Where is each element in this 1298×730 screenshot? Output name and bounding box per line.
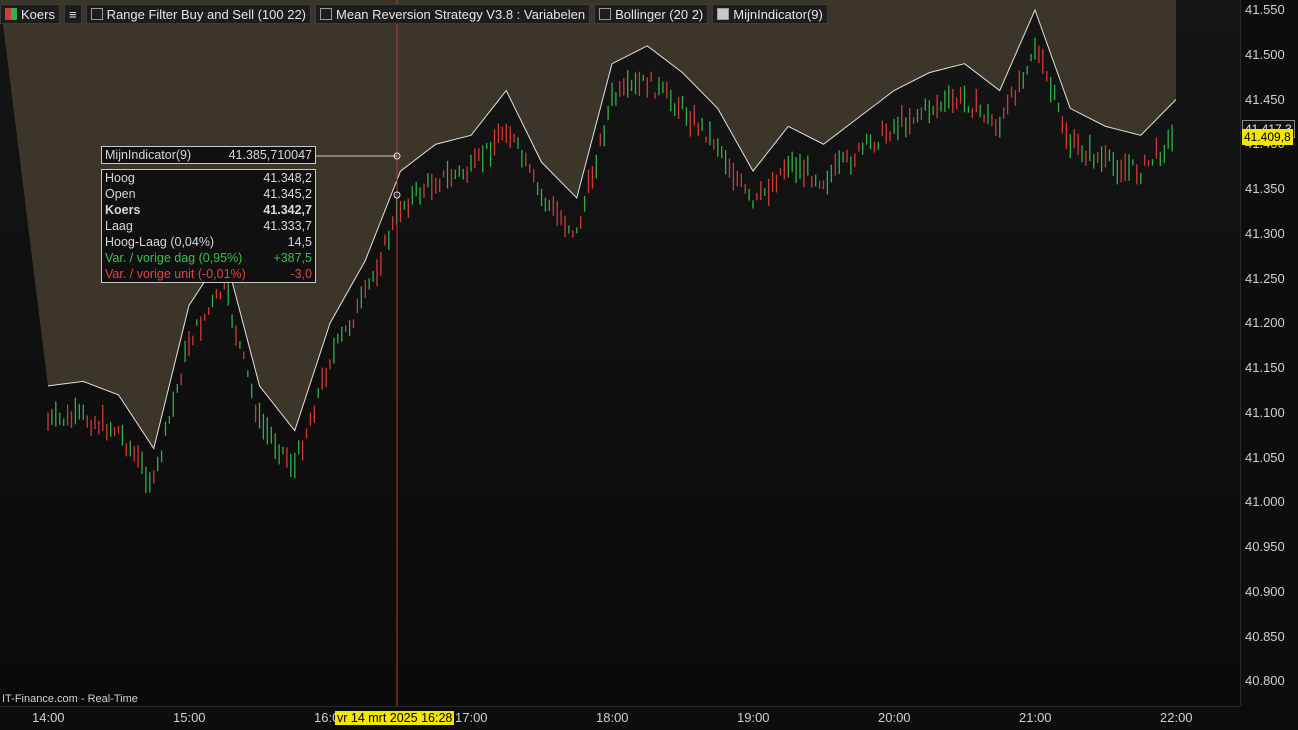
ohlc-row: Var. / vorige unit (-0,01%) -3,0 [102,266,315,282]
price-tick-label: 41.450 [1245,91,1285,107]
koers-label: Koers [21,6,55,22]
indicator-chip-mijnindicator[interactable]: MijnIndicator(9) [712,4,828,24]
indicator-chip-bollinger[interactable]: Bollinger (20 2) [594,4,709,24]
ohlc-row-value: +387,5 [273,251,312,265]
time-tick-label: 19:00 [737,710,770,725]
ohlc-row: Open 41.345,2 [102,186,315,202]
price-axis[interactable]: 41.55041.50041.45041.40041.35041.30041.2… [1240,0,1298,706]
checkbox-icon[interactable] [320,8,333,20]
time-tick-label: 14:00 [32,710,65,725]
ohlc-row-value: 41.348,2 [263,171,312,185]
ohlc-row: Var. / vorige dag (0,95%) +387,5 [102,250,315,266]
list-icon: ≡ [68,6,77,22]
indicator-value-tooltip: MijnIndicator(9) 41.385,710047 [101,146,316,164]
ohlc-row-value: 14,5 [287,235,312,249]
time-tick-label: 22:00 [1160,710,1193,725]
ohlc-tooltip: Hoog 41.348,2 Open 41.345,2 Koers 41.342,7 Laa… [101,169,316,283]
price-tick-label: 41.250 [1245,270,1285,286]
price-tick-label: 41.000 [1245,494,1285,510]
price-tick-label: 40.850 [1245,628,1285,644]
indicator-tooltip-name: MijnIndicator(9) [105,148,192,162]
ohlc-row-label: Laag [105,219,133,233]
cursor-date-label: vr 14 mrt 2025 16:28 [335,711,455,725]
price-tick-label: 41.050 [1245,449,1285,465]
price-tick-label: 40.800 [1245,673,1285,689]
ohlc-row-value: 41.333,7 [263,219,312,233]
ohlc-row-value: 41.342,7 [263,203,312,217]
price-tick-label: 41.350 [1245,181,1285,196]
ohlc-row-label: Var. / vorige unit (-0,01%) [105,267,246,281]
checkbox-checked-icon[interactable] [717,8,730,20]
indicator-label: Bollinger (20 2) [615,6,704,22]
price-chart[interactable] [0,0,1240,706]
ohlc-row-label: Hoog-Laag (0,04%) [105,235,215,249]
price-tick-label: 41.150 [1245,360,1285,375]
ohlc-row: Koers 41.342,7 [102,202,315,218]
ohlc-row: Hoog-Laag (0,04%) 14,5 [102,234,315,250]
indicator-toolbar: Koers ≡ Range Filter Buy and Sell (100 2… [0,4,828,24]
ohlc-row-label: Open [105,187,136,201]
checkbox-icon[interactable] [90,8,103,20]
ohlc-row: Laag 41.333,7 [102,218,315,234]
list-button[interactable]: ≡ [63,4,82,24]
ohlc-row-value: 41.345,2 [263,187,312,201]
checkbox-icon[interactable] [599,8,612,20]
data-source-label: IT-Finance.com - Real-Time [2,693,138,705]
candle-color-icon [5,8,17,20]
indicator-chip-mean-reversion[interactable]: Mean Reversion Strategy V3.8 : Variabele… [315,4,591,24]
koers-chip[interactable]: Koers [0,4,60,24]
indicator-tooltip-row: MijnIndicator(9) 41.385,710047 [102,147,315,163]
time-tick-label: 17:00 [455,710,488,725]
ohlc-row-value: -3,0 [290,267,312,281]
price-tick-label: 40.900 [1245,583,1285,599]
ohlc-row-label: Var. / vorige dag (0,95%) [105,251,243,265]
ohlc-row-label: Hoog [105,171,135,185]
indicator-label: Mean Reversion Strategy V3.8 : Variabele… [336,6,586,22]
indicator-chip-range-filter[interactable]: Range Filter Buy and Sell (100 22) [85,4,312,24]
price-tick-label: 41.100 [1245,404,1285,420]
time-tick-label: 21:00 [1019,710,1052,725]
time-axis[interactable]: 14:00 15:00 16:00 17:00 18:00 19:00 20:00 21:00… [0,706,1240,730]
price-tick-label: 40.950 [1245,539,1285,554]
time-tick-label: 15:00 [173,710,206,725]
price-tick-label: 41.500 [1245,46,1285,62]
price-tick-label: 41.200 [1245,315,1285,331]
indicator-tooltip-value: 41.385,710047 [228,148,312,162]
indicator-label: MijnIndicator(9) [733,6,823,22]
time-tick-label: 20:00 [878,710,911,725]
price-tick-label: 41.300 [1245,225,1285,241]
last-price-tag: 41.409,8 [1242,129,1293,146]
price-tick-label: 41.550 [1245,2,1285,17]
ohlc-row-label: Koers [105,203,141,217]
time-tick-label: 18:00 [596,710,629,725]
ohlc-row: Hoog 41.348,2 [102,170,315,186]
indicator-label: Range Filter Buy and Sell (100 22) [106,6,307,22]
chart-plot-area[interactable] [0,0,1240,706]
